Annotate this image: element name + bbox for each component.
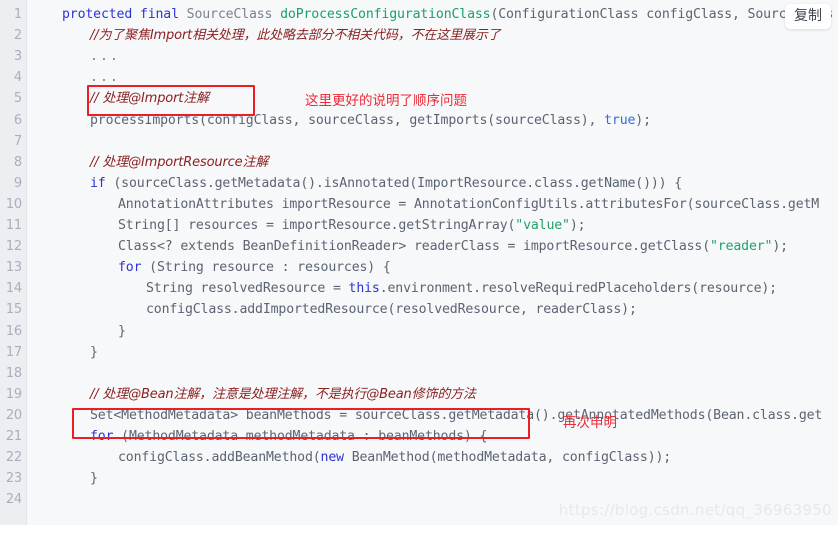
line-number: 8 [13,154,22,170]
line-number: 21 [5,429,22,444]
code-line: Class<? extends BeanDefinitionReader> re… [118,239,788,255]
code-token-cmt: // 处理@Bean注解，注意是处理注解，不是执行@Bean修饰的方法 [90,386,476,402]
code-area[interactable]: protected final SourceClass doProcessCon… [28,0,838,543]
code-line: if (sourceClass.getMetadata().isAnnotate… [90,176,682,192]
code-token-kw: protected [62,7,133,22]
code-token-cmt: // 处理@ImportResource注解 [90,154,269,170]
gutter-bottom-cap [0,525,27,543]
code-token: configClass.addBeanMethod( [118,450,321,466]
code-token: .environment.resolveRequiredPlaceholders… [379,281,777,297]
line-number: 24 [5,492,22,508]
code-token: (MethodMetadata methodMetadata : beanMet… [113,429,488,444]
line-number: 22 [5,450,22,466]
code-token: } [90,344,98,360]
code-line: AnnotationAttributes importResource = An… [118,197,819,213]
line-number-gutter: 1 2 3 4 5 6 7 8 9 10 11 12 13 14 15 16 17 18 19 20 21 22 23 24 [0,0,27,543]
code-token: processImports(configClass, sourceClass,… [90,112,605,128]
code-line: // 处理@ImportResource注解 [90,155,268,171]
code-snippet-widget: 1 2 3 4 5 6 7 8 9 10 11 12 13 14 15 16 17 18 19 20 21 22 23 24 … [0,0,838,543]
line-number: 10 [5,196,22,212]
code-line: } [118,324,126,340]
line-number: 2 [13,28,22,44]
line-number: 7 [13,133,22,149]
code-line: } [90,345,98,361]
code-token: } [90,471,98,487]
code-token: Set<MethodMetadata> beanMethods = source… [90,407,823,423]
bottom-strip [0,525,838,543]
line-number: 5 [13,91,22,107]
line-number: 12 [5,239,22,255]
line-number: 18 [5,365,22,381]
line-number: 9 [13,175,22,191]
line-number: 14 [5,281,22,297]
code-token: AnnotationAttributes importResource = An… [118,196,820,212]
code-token: ); [569,218,586,233]
code-token: configClass.addImportedResource(resolved… [146,302,637,318]
code-token-kw: for [90,429,114,444]
code-line: //为了聚焦Import相关处理，此处略去部分不相关代码，不在这里展示了 [90,28,501,44]
code-line: // 处理@Import注解 [90,91,209,107]
code-token: (sourceClass.getMetadata().isAnnotated(I… [105,175,683,191]
code-line: configClass.addBeanMethod(new BeanMethod… [118,450,671,466]
code-token: Class<? extends BeanDefinitionReader> re… [118,239,711,255]
line-number: 1 [13,7,22,22]
order-note: 这里更好的说明了顺序问题 [305,93,467,109]
code-line: String resolvedResource = this.environme… [146,281,777,297]
line-number: 20 [5,407,22,423]
line-number: 15 [5,302,22,318]
code-line: Set<MethodMetadata> beanMethods = source… [90,408,822,424]
code-token-type: SourceClass [186,7,273,22]
code-token: String resolvedResource = [146,281,349,297]
line-number: 11 [5,218,22,233]
restate-note: 再次申明 [563,415,617,431]
code-line: // 处理@Bean注解，注意是处理注解，不是执行@Bean修饰的方法 [90,387,476,403]
line-number: 16 [5,323,22,339]
code-token-kw: if [90,175,106,191]
line-number: 17 [5,344,22,360]
code-line: ... [90,70,120,86]
line-number: 13 [5,260,22,276]
line-number: 4 [13,70,22,86]
code-token-kw: this [348,281,380,297]
code-token-cmt: // 处理@Import注解 [90,91,209,107]
code-token-lit: true [604,112,636,128]
code-token: ); [772,239,788,255]
line-number: 19 [5,386,22,402]
code-token: } [118,323,126,339]
code-token-fn: doProcessConfigurationClass [280,7,491,22]
code-token-kw: for [118,260,142,276]
code-token-str: "reader" [710,239,773,255]
code-line: for (String resource : resources) { [118,260,391,276]
code-line: for (MethodMetadata methodMetadata : bea… [90,429,487,445]
code-token: BeanMethod(methodMetadata, configClass))… [343,450,672,466]
code-line: String[] resources = importResource.getS… [118,218,586,234]
line-number: 3 [13,49,22,65]
code-line: protected final SourceClass doProcessCon… [62,7,838,23]
code-token-str: "value" [515,218,570,233]
watermark-text: https://blog.csdn.net/qq_36963950 [558,501,832,519]
code-token-kw: new [320,450,345,466]
code-token-kw: final [139,7,179,22]
copy-button[interactable]: 复制 [785,4,831,29]
code-token-cmt: //为了聚焦Import相关处理，此处略去部分不相关代码，不在这里展示了 [90,28,501,44]
code-line: processImports(configClass, sourceClass,… [90,113,651,129]
code-token: (String resource : resources) { [141,260,391,276]
code-token-dots: ... [90,70,120,86]
line-number: 23 [5,471,22,487]
code-line: ... [90,49,120,65]
code-token-dots: ... [90,49,120,65]
line-number: 6 [13,112,22,128]
code-line: configClass.addImportedResource(resolved… [146,302,637,318]
code-token: String[] resources = importResource.getS… [118,218,516,233]
code-line: } [90,471,98,487]
code-token: ); [635,112,651,128]
